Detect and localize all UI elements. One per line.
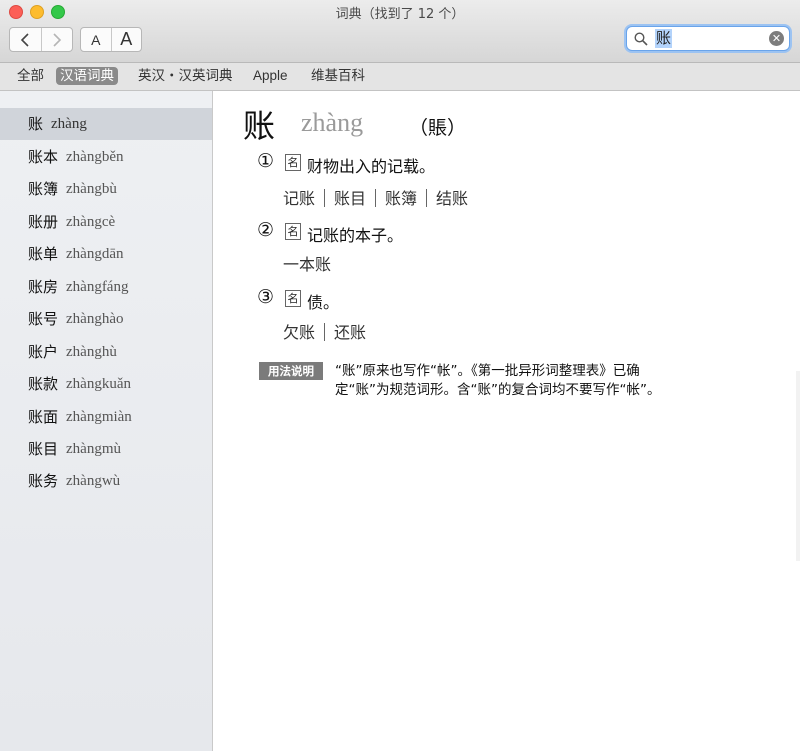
result-pinyin: zhàngcè (66, 214, 116, 230)
result-pinyin: zhàng (51, 116, 87, 132)
result-pinyin: zhàngdān (66, 246, 124, 262)
part-of-speech-badge: 名 (285, 290, 301, 307)
example-word[interactable]: 还账 (334, 323, 366, 342)
result-item[interactable]: 账款 zhàngkuǎn (0, 368, 212, 400)
result-word: 账房 (28, 278, 59, 296)
result-pinyin: zhàngkuǎn (66, 376, 131, 392)
result-pinyin: zhàngfáng (66, 279, 129, 295)
result-item[interactable]: 账号 zhànghào (0, 303, 212, 335)
result-word: 账册 (28, 213, 59, 231)
sense-definition: 财物出入的记载。 (307, 157, 436, 176)
result-pinyin: zhàngwù (66, 473, 121, 489)
navigation-group (9, 27, 73, 52)
result-word: 账簿 (28, 180, 59, 198)
back-button[interactable] (10, 28, 41, 51)
sense-number: ① (257, 150, 275, 172)
result-item[interactable]: 账 zhàng (0, 108, 212, 140)
result-item[interactable]: 账房 zhàngfáng (0, 271, 212, 303)
search-field[interactable]: 账 ✕ (626, 26, 790, 51)
result-pinyin: zhànghào (66, 311, 124, 327)
font-size-group: A A (80, 27, 142, 52)
sense-definition: 债。 (307, 293, 340, 312)
scope-chinese-dictionary[interactable]: 汉语词典 (56, 67, 118, 85)
title-bar: 词典（找到了 12 个） A A 账 ✕ (0, 0, 800, 63)
example-separator (375, 189, 377, 207)
result-pinyin: zhàngbù (66, 181, 117, 197)
result-word: 账户 (28, 343, 59, 361)
result-item[interactable]: 账目 zhàngmù (0, 433, 212, 465)
chevron-right-icon (53, 32, 61, 47)
scope-english-chinese-dictionary[interactable]: 英汉・汉英词典 (134, 67, 237, 85)
example-word[interactable]: 结账 (436, 189, 468, 208)
source-scope-bar: 全部 汉语词典 英汉・汉英词典 Apple 维基百科 (0, 63, 800, 91)
sense-number: ② (257, 219, 275, 241)
example-word[interactable]: 记账 (283, 189, 315, 208)
example-separator (426, 189, 428, 207)
result-item[interactable]: 账册 zhàngcè (0, 206, 212, 238)
sense-number: ③ (257, 286, 275, 308)
example-separator (324, 323, 326, 341)
result-word: 账目 (28, 440, 59, 458)
result-item[interactable]: 账面 zhàngmiàn (0, 401, 212, 433)
part-of-speech-badge: 名 (285, 154, 301, 171)
result-word: 账面 (28, 408, 59, 426)
usage-note-line: 定“账”为规范词形。含“账”的复合词均不要写作“帐”。 (335, 382, 661, 398)
sense-examples: 欠账 还账 (283, 319, 366, 343)
sense-examples: 记账 账目 账簿 结账 (283, 185, 468, 209)
example-word[interactable]: 一本账 (283, 255, 331, 274)
font-larger-button[interactable]: A (110, 28, 142, 51)
result-word: 账务 (28, 472, 59, 490)
result-word: 账 (28, 115, 44, 133)
search-input[interactable]: 账 (655, 29, 673, 48)
result-item[interactable]: 账户 zhànghù (0, 336, 212, 368)
entry-headword: 账 (243, 107, 276, 145)
entry-view: 账 zhàng （賬） ① 名 财物出入的记载。 记账 账目 账簿 结账 ② 名 记账… (213, 91, 800, 751)
result-pinyin: zhàngmiàn (66, 409, 132, 425)
chevron-left-icon (21, 32, 29, 47)
font-smaller-button[interactable]: A (81, 28, 111, 51)
result-pinyin: zhàngběn (66, 149, 124, 165)
result-word: 账本 (28, 148, 59, 166)
usage-note-line: “账”原来也写作“帐”。《第一批异形词整理表》已确 (335, 363, 640, 379)
usage-note-text: “账”原来也写作“帐”。《第一批异形词整理表》已确 定“账”为规范词形。含“账”… (335, 362, 715, 400)
part-of-speech-badge: 名 (285, 223, 301, 240)
scrollbar-track[interactable] (796, 371, 800, 561)
scope-all[interactable]: 全部 (13, 67, 48, 85)
result-item[interactable]: 账簿 zhàngbù (0, 173, 212, 205)
example-word[interactable]: 账簿 (385, 189, 417, 208)
result-item[interactable]: 账本 zhàngběn (0, 141, 212, 173)
result-item[interactable]: 账务 zhàngwù (0, 465, 212, 497)
result-pinyin: zhànghù (66, 344, 117, 360)
magnifier-icon (634, 32, 648, 46)
example-separator (324, 189, 326, 207)
result-list: 账 zhàng 账本 zhàngběn 账簿 zhàngbù 账册 zhàngc… (0, 91, 213, 751)
entry-traditional-variant: （賬） (409, 117, 467, 139)
sense-definition: 记账的本子。 (307, 226, 404, 245)
sense-examples: 一本账 (283, 251, 331, 275)
scope-wikipedia[interactable]: 维基百科 (307, 67, 369, 85)
result-pinyin: zhàngmù (66, 441, 121, 457)
forward-button[interactable] (40, 28, 73, 51)
example-word[interactable]: 欠账 (283, 323, 315, 342)
clear-search-icon[interactable]: ✕ (769, 31, 784, 46)
result-word: 账号 (28, 310, 59, 328)
entry-pinyin: zhàng (301, 108, 364, 137)
dictionary-window: 词典（找到了 12 个） A A 账 ✕ 全部 汉语词典 英汉・汉英词典 App… (0, 0, 800, 751)
result-word: 账款 (28, 375, 59, 393)
result-word: 账单 (28, 245, 59, 263)
scope-apple[interactable]: Apple (249, 67, 292, 85)
usage-note-badge: 用法说明 (259, 362, 323, 380)
window-title: 词典（找到了 12 个） (335, 7, 465, 22)
example-word[interactable]: 账目 (334, 189, 366, 208)
result-item[interactable]: 账单 zhàngdān (0, 238, 212, 270)
